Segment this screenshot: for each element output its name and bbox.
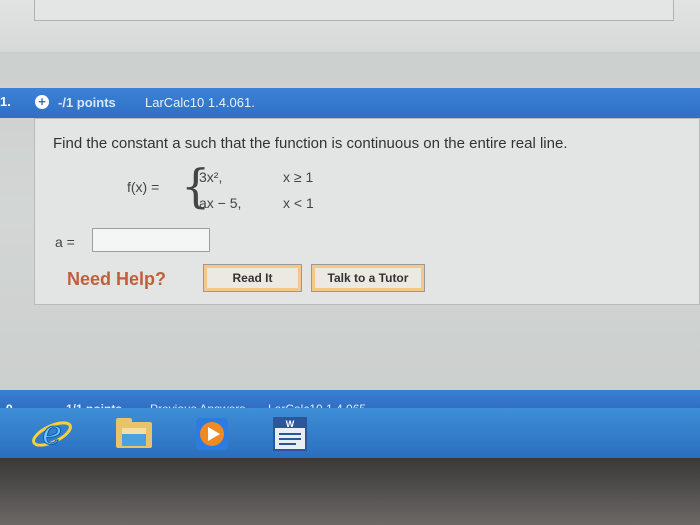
question-prompt: Find the constant a such that the functi… [53, 135, 568, 152]
case-2-expression: ax − 5, [199, 195, 242, 211]
question-reference: LarCalc10 1.4.061. [145, 95, 255, 110]
svg-text:W: W [286, 419, 295, 429]
previous-question-box [34, 0, 674, 21]
question-number: 1. [0, 94, 11, 109]
previous-question-card [0, 0, 700, 52]
media-player-icon[interactable] [190, 412, 234, 454]
need-help-label: Need Help? [67, 269, 167, 289]
talk-to-tutor-button[interactable]: Talk to a Tutor [311, 264, 425, 292]
desk-surface [0, 458, 700, 525]
file-explorer-icon[interactable] [112, 412, 156, 454]
screen: 1. + -/1 points LarCalc10 1.4.061. Find … [0, 0, 700, 525]
question-body: Find the constant a such that the functi… [34, 118, 700, 305]
taskbar: e W [0, 408, 700, 458]
answer-label: a = [55, 234, 75, 250]
case-2-condition: x < 1 [283, 195, 314, 211]
function-label: f(x) = [127, 179, 160, 195]
case-1-condition: x ≥ 1 [283, 169, 314, 185]
word-icon[interactable]: W [268, 412, 312, 454]
svg-text:e: e [42, 413, 62, 453]
question-header: 1. + -/1 points LarCalc10 1.4.061. [0, 88, 700, 118]
expand-plus-icon[interactable]: + [35, 95, 49, 109]
question-points: -/1 points [58, 95, 116, 110]
case-1-expression: 3x², [199, 169, 223, 185]
answer-input[interactable] [92, 228, 210, 252]
read-it-button[interactable]: Read It [203, 264, 302, 292]
internet-explorer-icon[interactable]: e [30, 412, 74, 454]
